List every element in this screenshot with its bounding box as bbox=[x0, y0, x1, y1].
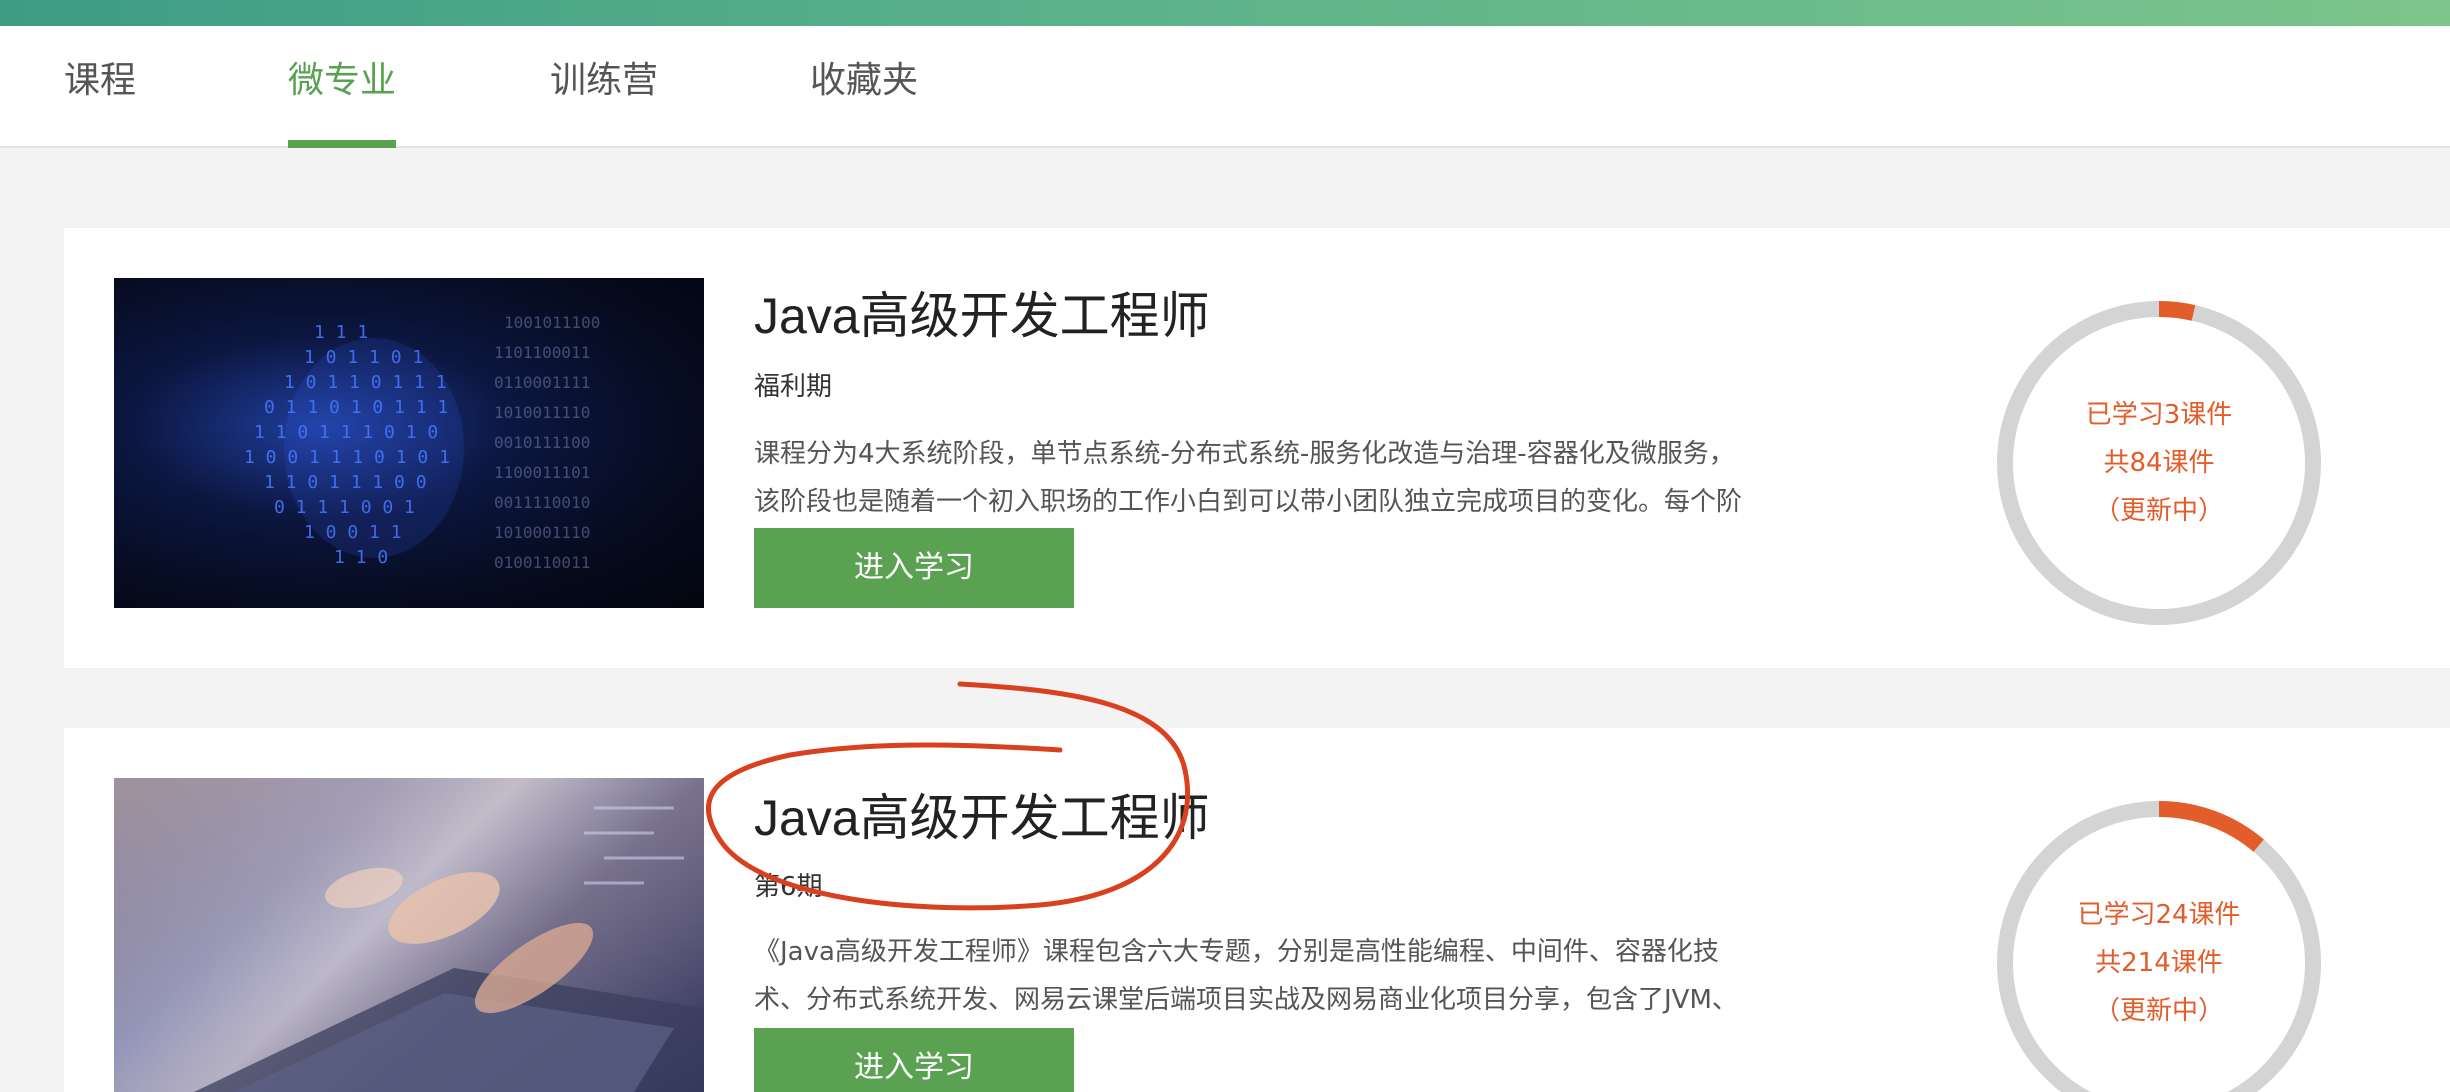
course-title[interactable]: Java高级开发工程师 bbox=[754, 276, 1210, 348]
learned-count: 已学习24课件 bbox=[2077, 900, 2241, 930]
tab-micro-major[interactable]: 微专业 bbox=[288, 26, 397, 148]
tab-favorites-label: 收藏夹 bbox=[810, 60, 919, 101]
tab-training-camp[interactable]: 训练营 bbox=[550, 26, 658, 148]
svg-text:1010011110: 1010011110 bbox=[494, 403, 590, 422]
course-period: 第6期 bbox=[754, 872, 823, 902]
svg-text:0110001111: 0110001111 bbox=[494, 373, 590, 392]
binary-code-image: 1 1 1 1 0 1 1 0 1 1 0 1 1 0 1 1 1 0 1 1 … bbox=[244, 313, 600, 572]
progress-text: 已学习24课件 共214课件 （更新中） bbox=[1994, 798, 2324, 1092]
svg-text:0011110010: 0011110010 bbox=[494, 493, 590, 512]
laptop-hands-image bbox=[114, 778, 704, 1092]
enter-study-button[interactable]: 进入学习 bbox=[754, 528, 1074, 608]
update-status: （更新中） bbox=[2093, 496, 2224, 526]
course-thumbnail[interactable]: 1 1 1 1 0 1 1 0 1 1 0 1 1 0 1 1 1 0 1 1 … bbox=[114, 278, 704, 608]
svg-text:1101100011: 1101100011 bbox=[494, 343, 590, 362]
course-card: Java高级开发工程师 第6期 《Java高级开发工程师》课程包含六大专题，分别… bbox=[64, 728, 2450, 1092]
description-line: 术、分布式系统开发、网易云课堂后端项目实战及网易商业化项目分享，包含了JVM、 bbox=[754, 985, 1738, 1015]
course-card: 1 1 1 1 0 1 1 0 1 1 0 1 1 0 1 1 1 0 1 1 … bbox=[64, 228, 2450, 668]
update-status: （更新中） bbox=[2093, 996, 2224, 1026]
tab-bar: 课程 微专业 训练营 收藏夹 bbox=[0, 26, 2450, 148]
course-title[interactable]: Java高级开发工程师 bbox=[754, 778, 1210, 850]
svg-text:1100011101: 1100011101 bbox=[494, 463, 590, 482]
course-description: 《Java高级开发工程师》课程包含六大专题，分别是高性能编程、中间件、容器化技 … bbox=[754, 928, 1864, 1024]
svg-text:1001011100: 1001011100 bbox=[504, 313, 600, 332]
tab-favorites[interactable]: 收藏夹 bbox=[810, 26, 918, 148]
description-line: 该阶段也是随着一个初入职场的工作小白到可以带小团队独立完成项目的变化。每个阶 bbox=[754, 487, 1743, 517]
course-description: 课程分为4大系统阶段，单节点系统-分布式系统-服务化改造与治理-容器化及微服务，… bbox=[754, 430, 1864, 526]
top-banner-strip bbox=[0, 0, 2450, 26]
description-line: 课程分为4大系统阶段，单节点系统-分布式系统-服务化改造与治理-容器化及微服务， bbox=[754, 439, 1735, 469]
progress-ring: 已学习3课件 共84课件 （更新中） bbox=[1994, 298, 2324, 628]
total-count: 共214课件 bbox=[2095, 948, 2223, 978]
svg-text:0010111100: 0010111100 bbox=[494, 433, 590, 452]
course-thumbnail[interactable] bbox=[114, 778, 704, 1092]
svg-text:1010001110: 1010001110 bbox=[494, 523, 590, 542]
total-count: 共84课件 bbox=[2103, 448, 2215, 478]
progress-text: 已学习3课件 共84课件 （更新中） bbox=[1994, 298, 2324, 628]
learned-count: 已学习3课件 bbox=[2085, 400, 2233, 430]
svg-text:0100110011: 0100110011 bbox=[494, 553, 590, 572]
progress-ring: 已学习24课件 共214课件 （更新中） bbox=[1994, 798, 2324, 1092]
tab-micro-major-label: 微专业 bbox=[288, 60, 397, 101]
tab-training-camp-label: 训练营 bbox=[550, 60, 659, 101]
course-period: 福利期 bbox=[754, 372, 833, 402]
description-line: 《Java高级开发工程师》课程包含六大专题，分别是高性能编程、中间件、容器化技 bbox=[754, 937, 1719, 967]
tab-courses-label: 课程 bbox=[64, 60, 137, 101]
tab-underline-active bbox=[288, 140, 397, 148]
enter-study-button[interactable]: 进入学习 bbox=[754, 1028, 1074, 1092]
tab-courses[interactable]: 课程 bbox=[64, 26, 136, 148]
